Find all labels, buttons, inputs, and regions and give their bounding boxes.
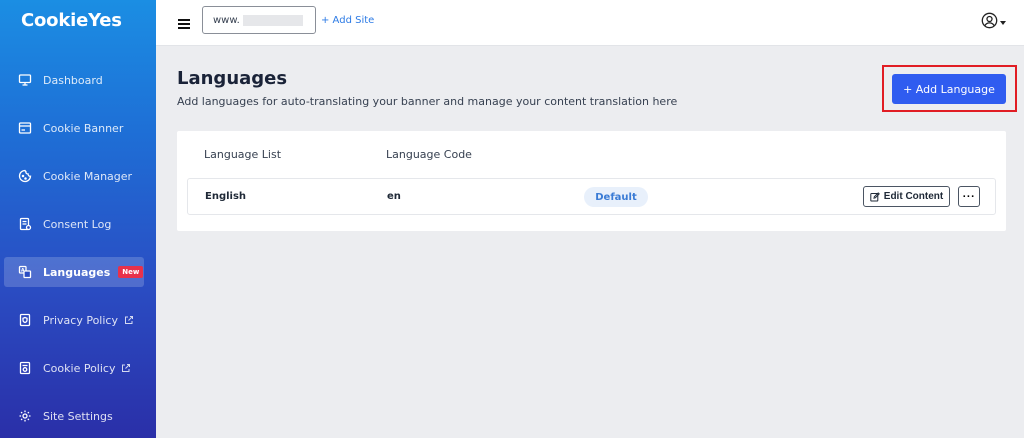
sidebar-item-label: Cookie Policy (43, 361, 116, 375)
edit-content-button[interactable]: Edit Content (863, 186, 950, 207)
languages-table: Language List Language Code English en D… (177, 131, 1006, 231)
sidebar-item-label: Languages (43, 265, 111, 279)
top-bar: www. + Add Site (156, 0, 1024, 46)
table-row: English en Default Edit Content ··· (187, 178, 996, 215)
monitor-icon (18, 73, 32, 87)
translate-icon: A (18, 265, 32, 279)
edit-content-label: Edit Content (883, 191, 944, 202)
default-badge: Default (584, 187, 648, 207)
add-language-button[interactable]: + Add Language (892, 74, 1006, 104)
column-header-language-list: Language List (204, 148, 282, 161)
banner-icon (18, 121, 32, 135)
external-link-icon (124, 315, 134, 325)
edit-icon (870, 191, 880, 201)
language-name: English (205, 191, 247, 202)
sidebar-item-label: Cookie Manager (43, 169, 133, 183)
log-icon (18, 217, 32, 231)
add-site-link[interactable]: + Add Site (321, 15, 374, 26)
cookie-doc-icon (18, 361, 32, 375)
page-subtitle: Add languages for auto-translating your … (177, 95, 678, 108)
cookie-icon (18, 169, 32, 183)
shield-doc-icon (18, 313, 32, 327)
sidebar-item-label: Privacy Policy (43, 313, 118, 327)
sidebar-item-privacy-policy[interactable]: Privacy Policy (4, 305, 144, 335)
column-header-language-code: Language Code (386, 148, 472, 161)
sidebar-item-label: Dashboard (43, 73, 103, 87)
page-title: Languages (177, 68, 288, 89)
site-url-prefix: www. (213, 14, 240, 26)
sidebar-item-languages[interactable]: A Languages New (4, 257, 144, 287)
sidebar-item-label: Site Settings (43, 409, 113, 423)
more-options-button[interactable]: ··· (958, 186, 980, 207)
sidebar-item-label: Cookie Banner (43, 121, 124, 135)
sidebar: CookieYes Dashboard Cookie Banner Cookie… (0, 0, 156, 438)
user-menu[interactable] (981, 12, 1006, 33)
sidebar-item-site-settings[interactable]: Site Settings (4, 401, 144, 431)
site-url-redacted (242, 14, 303, 26)
cookieyes-logo[interactable]: CookieYes (21, 10, 122, 31)
svg-text:A: A (21, 268, 25, 274)
sidebar-item-cookie-policy[interactable]: Cookie Policy (4, 353, 144, 383)
sidebar-item-cookie-manager[interactable]: Cookie Manager (4, 161, 144, 191)
external-link-icon (121, 363, 131, 373)
chevron-down-icon (1000, 20, 1006, 25)
sidebar-item-consent-log[interactable]: Consent Log (4, 209, 144, 239)
sidebar-item-dashboard[interactable]: Dashboard (4, 65, 144, 95)
new-badge: New (118, 266, 144, 278)
user-avatar-icon (981, 12, 998, 33)
sidebar-item-label: Consent Log (43, 217, 112, 231)
gear-icon (18, 409, 32, 423)
hamburger-menu-icon[interactable] (178, 15, 190, 29)
sidebar-item-cookie-banner[interactable]: Cookie Banner (4, 113, 144, 143)
language-code: en (387, 191, 401, 202)
site-selector[interactable]: www. (202, 6, 316, 34)
